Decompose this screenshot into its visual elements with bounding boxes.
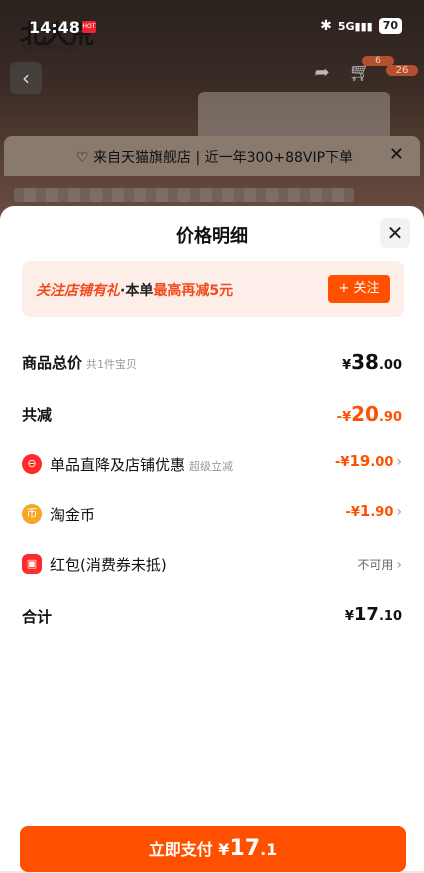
system-icons: ✱ 5G▮▮▮ 70 (320, 18, 402, 34)
row-grand-total: 合计 ¥17.10 (22, 604, 402, 626)
row-red-packet[interactable]: ▣ 红包(消费券未抵) 不可用 › (22, 552, 402, 578)
blurred-address-row (14, 188, 354, 202)
shield-icon: ♡ (76, 150, 89, 166)
store-discount-value: -¥19.00 › (335, 452, 402, 470)
store-promo-strip: ♡ 来自天猫旗舰店 | 近一年300+88VIP下单 ✕ (4, 136, 420, 176)
coin-icon: 币 (22, 504, 42, 524)
grand-total-value: ¥17.10 (344, 604, 402, 625)
background-product-page: 北大荒 BEIDAHUANG 14:48 HOT ✱ 5G▮▮▮ 70 ‹ ➦ … (0, 0, 424, 220)
red-packet-status: 不可用 › (357, 557, 402, 573)
signal-icon: 5G▮▮▮ (337, 19, 373, 33)
battery-icon: 70 (378, 18, 402, 34)
follow-store-button[interactable]: + 关注 (328, 275, 390, 303)
close-button[interactable]: ✕ (380, 218, 410, 248)
follow-store-banner: 关注店铺有礼·本单最高再减5元 + 关注 (22, 261, 404, 317)
cart-icon[interactable]: 🛒︎ 6 (348, 56, 394, 83)
back-button[interactable]: ‹ (10, 62, 42, 94)
status-time: 14:48 (29, 18, 80, 37)
status-bar: 北大荒 BEIDAHUANG 14:48 HOT ✱ 5G▮▮▮ 70 (0, 0, 424, 52)
row-taojinbi[interactable]: 币 淘金币 -¥1.90 › (22, 502, 402, 528)
close-icon[interactable]: ✕ (389, 144, 404, 165)
row-store-discount[interactable]: ⊖ 单品直降及店铺优惠 超级立减 -¥19.00 › (22, 452, 402, 478)
price-detail-sheet: 价格明细 ✕ 关注店铺有礼·本单最高再减5元 + 关注 商品总价 共1件宝贝 ¥3… (0, 206, 424, 872)
taojinbi-value: -¥1.90 › (345, 502, 402, 520)
chevron-right-icon: › (396, 504, 402, 520)
hot-badge: HOT (82, 21, 96, 33)
sheet-title: 价格明细 (176, 226, 248, 247)
pay-now-button[interactable]: 立即支付 ¥17.1 (20, 826, 406, 872)
total-discount-value: -¥20.90 (336, 402, 402, 426)
discount-icon: ⊖ (22, 454, 42, 474)
brand-subtext: BEIDAHUANG (22, 44, 80, 52)
top-actions: ➦ 🛒︎ 6 26 (310, 56, 418, 83)
red-packet-icon: ▣ (22, 554, 42, 574)
store-promo-text: 来自天猫旗舰店 | 近一年300+88VIP下单 (93, 150, 354, 166)
row-goods-total: 商品总价 共1件宝贝 ¥38.00 (22, 350, 402, 374)
goods-total-value: ¥38.00 (342, 350, 402, 374)
chevron-right-icon: › (396, 557, 402, 573)
row-total-discount: 共减 -¥20.90 (22, 402, 402, 426)
banner-text: 关注店铺有礼·本单最高再减5元 (36, 283, 234, 299)
chevron-right-icon: › (396, 454, 402, 470)
bluetooth-icon: ✱ (320, 18, 332, 34)
share-icon[interactable]: ➦ (310, 62, 334, 83)
